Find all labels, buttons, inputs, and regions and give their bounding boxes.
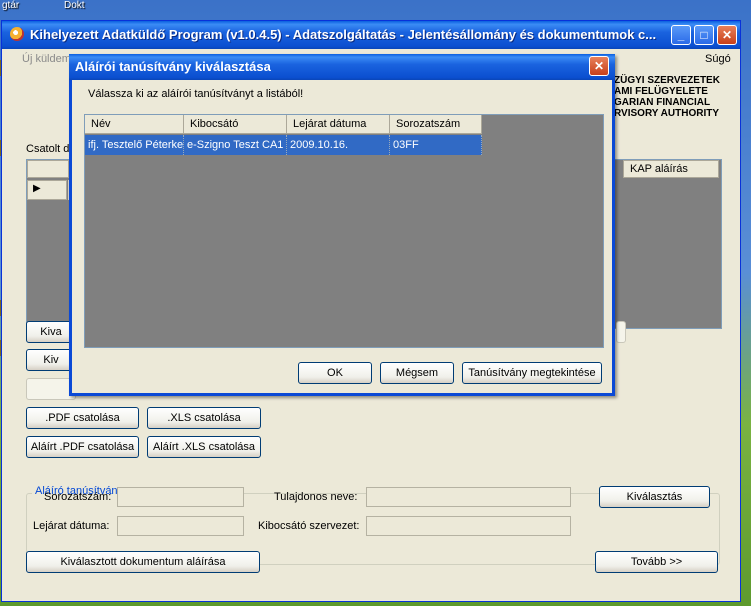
expiry-field (117, 516, 244, 536)
select-cert-button[interactable]: Kiválasztás (599, 486, 710, 508)
view-cert-button[interactable]: Tanúsítvány megtekintése (462, 362, 602, 384)
logo-line: ZÜGYI SZERVEZETEK (614, 75, 720, 86)
attach-signed-pdf-button[interactable]: Aláírt .PDF csatolása (26, 436, 139, 458)
col-header-serial[interactable]: Sorozatszám (390, 115, 482, 134)
sign-selected-doc-button[interactable]: Kiválasztott dokumentum aláírása (26, 551, 260, 573)
row-arrow-icon: ▶ (33, 183, 41, 194)
dialog-title: Aláírói tanúsítvány kiválasztása (75, 59, 271, 74)
cert-list[interactable]: Név Kibocsátó Lejárat dátuma Sorozatszám… (84, 114, 604, 348)
attach-pdf-button[interactable]: .PDF csatolása (26, 407, 139, 429)
logo-line: RVISORY AUTHORITY (614, 108, 720, 119)
dialog-close-icon[interactable]: ✕ (589, 56, 609, 76)
maximize-button[interactable]: □ (694, 25, 714, 45)
attached-docs-label: Csatolt d (26, 143, 70, 155)
dialog-titlebar[interactable]: Aláírói tanúsítvány kiválasztása ✕ (69, 54, 615, 80)
close-button[interactable]: ✕ (717, 25, 737, 45)
attach-signed-xls-button[interactable]: Aláírt .XLS csatolása (147, 436, 261, 458)
attach-xls-button[interactable]: .XLS csatolása (147, 407, 261, 429)
serial-label: Sorozatszám: (44, 491, 112, 503)
col-header-issuer[interactable]: Kibocsátó (184, 115, 287, 134)
cert-row-serial[interactable]: 03FF (390, 135, 482, 155)
ok-button[interactable]: OK (298, 362, 372, 384)
col-header-expiry[interactable]: Lejárat dátuma (287, 115, 390, 134)
cert-row-issuer[interactable]: e-Szigno Teszt CA1 (184, 135, 287, 155)
minimize-button[interactable]: _ (671, 25, 691, 45)
authority-logo-text: ZÜGYI SZERVEZETEK AMI FELÜGYELETE GARIAN… (614, 75, 734, 119)
dialog-prompt: Válassza ki az aláírói tanúsítványt a li… (88, 88, 304, 100)
cert-select-dialog: Aláírói tanúsítvány kiválasztása ✕ Válas… (69, 54, 615, 396)
issuer-label: Kibocsátó szervezet: (258, 520, 360, 532)
app-icon (10, 27, 24, 41)
serial-field (117, 487, 244, 507)
grid-header-kap-signature[interactable]: KAP aláírás (623, 160, 719, 178)
next-button[interactable]: Tovább >> (595, 551, 718, 573)
logo-line: AMI FELÜGYELETE (614, 86, 708, 97)
menu-help[interactable]: Súgó (705, 53, 731, 65)
cert-row-expiry[interactable]: 2009.10.16. (287, 135, 390, 155)
col-header-name[interactable]: Név (85, 115, 184, 134)
owner-label: Tulajdonos neve: (274, 491, 358, 503)
cancel-button[interactable]: Mégsem (380, 362, 454, 384)
window-title: Kihelyezett Adatküldő Program (v1.0.4.5)… (30, 27, 657, 42)
cert-row-name[interactable]: ifj. Tesztelő Péterke (85, 135, 184, 155)
desktop-label-1[interactable]: gtár (2, 0, 19, 11)
logo-line: GARIAN FINANCIAL (614, 97, 711, 108)
expiry-label: Lejárat dátuma: (33, 520, 110, 532)
owner-field (366, 487, 571, 507)
menu-new-send[interactable]: Új küldem (22, 53, 71, 65)
desktop-label-2[interactable]: Dokt (64, 0, 85, 11)
disabled-button-right (616, 321, 626, 343)
issuer-field (366, 516, 571, 536)
grid-header-cell (27, 160, 69, 178)
window-titlebar[interactable]: Kihelyezett Adatküldő Program (v1.0.4.5)… (2, 21, 740, 49)
